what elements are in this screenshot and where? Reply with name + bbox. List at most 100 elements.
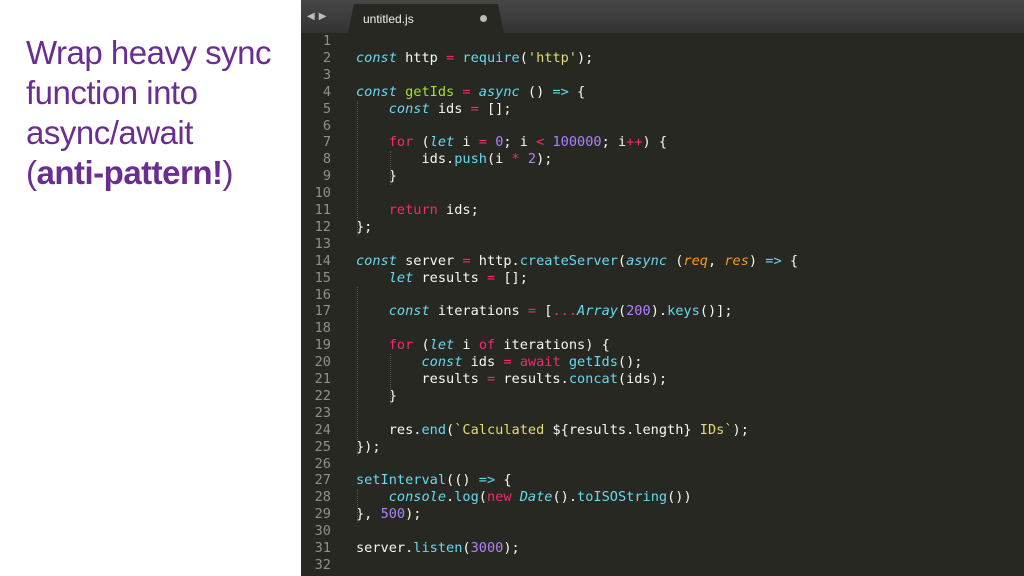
code-line[interactable]: 24 res.end(`Calculated ${results.length}… xyxy=(301,422,1024,439)
code-line[interactable]: 21 results = results.concat(ids); xyxy=(301,371,1024,388)
code-line[interactable]: 14 const server = http.createServer(async… xyxy=(301,253,1024,270)
code-token: ( xyxy=(413,134,430,151)
unsaved-dot-icon[interactable] xyxy=(480,15,487,22)
code-line[interactable]: 4 const getIds = async () => { xyxy=(301,84,1024,101)
code-token: `Calculated xyxy=(454,421,553,438)
code-token: }, xyxy=(356,506,381,523)
tab-title: untitled.js xyxy=(363,12,414,26)
title-open-paren: ( xyxy=(26,154,37,191)
code-token: = xyxy=(478,134,487,151)
code-line[interactable]: 29}, 500); xyxy=(301,506,1024,523)
code-line[interactable]: 2 const http = require('http'); xyxy=(301,50,1024,67)
code-line[interactable]: 31 server.listen(3000); xyxy=(301,540,1024,557)
code-token: ( xyxy=(617,252,627,269)
code-line[interactable]: 1 xyxy=(301,33,1024,50)
forward-arrow-icon[interactable]: ▶ xyxy=(319,11,327,22)
code-token: const xyxy=(356,83,397,100)
code-line[interactable]: 12}; xyxy=(301,219,1024,236)
code-text: let results = []; xyxy=(356,270,528,287)
code-token: (() xyxy=(446,472,479,489)
code-token: log xyxy=(454,489,479,506)
code-text: const getIds = async () => { xyxy=(356,84,585,101)
code-token: ); xyxy=(536,151,553,168)
code-line[interactable]: 22 } xyxy=(301,388,1024,405)
line-number: 11 xyxy=(314,202,331,218)
code-line[interactable]: 26 xyxy=(301,456,1024,473)
code-token: ()) xyxy=(667,489,692,506)
code-text: }, 500); xyxy=(356,506,422,523)
tab-untitled-js[interactable]: untitled.js xyxy=(348,4,504,33)
code-line[interactable]: 6 xyxy=(301,118,1024,135)
code-token: 200 xyxy=(626,303,651,320)
code-line[interactable]: 3 xyxy=(301,67,1024,84)
code-token: ( xyxy=(617,303,627,320)
code-line[interactable]: 8 ids.push(i * 2); xyxy=(301,151,1024,168)
line-number: 28 xyxy=(314,489,331,506)
code-token: req xyxy=(683,252,708,269)
code-token: i xyxy=(454,134,479,151)
code-token: results xyxy=(356,371,487,387)
code-token: . xyxy=(446,489,455,506)
code-line[interactable]: 20 const ids = await getIds(); xyxy=(301,354,1024,371)
code-token: getIds xyxy=(405,83,455,100)
code-text: ids.push(i * 2); xyxy=(356,151,552,168)
code-line[interactable]: 15 let results = []; xyxy=(301,270,1024,287)
code-line[interactable]: 10 xyxy=(301,185,1024,202)
code-token: new xyxy=(486,489,512,506)
code-token: let xyxy=(388,269,414,286)
line-number: 17 xyxy=(314,303,331,320)
code-area[interactable]: 1 2 const http = require('http'); 3 4 const g… xyxy=(301,33,1024,576)
code-token: = xyxy=(486,371,496,387)
code-line[interactable]: 23 xyxy=(301,405,1024,422)
code-token: ++ xyxy=(626,134,643,151)
line-number: 14 xyxy=(314,252,331,269)
code-token: setInterval xyxy=(356,472,447,489)
code-token: ; i xyxy=(601,134,627,151)
code-line[interactable]: 27 setInterval(() => { xyxy=(301,472,1024,489)
code-token: ; i xyxy=(503,134,537,151)
slide-title-line-3: async/await xyxy=(26,114,193,151)
code-line[interactable]: 18 xyxy=(301,320,1024,337)
back-arrow-icon[interactable]: ◀ xyxy=(307,11,315,22)
code-token: (); xyxy=(617,354,643,371)
code-token: await xyxy=(519,354,561,371)
code-token: iterations xyxy=(429,303,528,320)
code-line[interactable]: 25}); xyxy=(301,439,1024,456)
code-line[interactable]: 32 xyxy=(301,557,1024,574)
code-line[interactable]: 9 } xyxy=(301,168,1024,185)
code-line[interactable]: 5 const ids = []; xyxy=(301,101,1024,118)
code-line[interactable]: 30 xyxy=(301,523,1024,540)
code-token: server xyxy=(396,252,463,269)
code-text: const http = require('http'); xyxy=(356,50,593,67)
code-token: [ xyxy=(536,303,553,320)
code-token: = xyxy=(527,303,537,320)
line-number: 26 xyxy=(314,455,331,472)
code-token: ids; xyxy=(437,202,479,218)
code-token: 3000 xyxy=(470,540,504,556)
code-line[interactable]: 16 xyxy=(301,287,1024,304)
code-line[interactable]: 7 for (let i = 0; i < 100000; i++) { xyxy=(301,134,1024,151)
line-number: 24 xyxy=(314,421,331,438)
code-token: 500 xyxy=(380,506,406,523)
code-line[interactable]: 19 for (let i of iterations) { xyxy=(301,337,1024,354)
code-token: ids. xyxy=(356,151,455,168)
code-token: ) { xyxy=(642,134,668,151)
line-number: 3 xyxy=(322,66,331,83)
line-number: 32 xyxy=(314,556,331,573)
code-token: for xyxy=(388,134,414,151)
code-token: ( xyxy=(446,421,455,438)
line-number: 30 xyxy=(314,523,331,540)
code-token: http xyxy=(396,49,447,66)
code-token: iterations) { xyxy=(495,337,610,354)
code-line[interactable]: 28 console.log(new Date().toISOString()) xyxy=(301,489,1024,506)
code-token: ( xyxy=(478,489,487,506)
code-line[interactable]: 17 const iterations = [...Array(200).key… xyxy=(301,303,1024,320)
line-number: 15 xyxy=(314,269,331,286)
code-token: getIds xyxy=(568,354,618,371)
code-line[interactable]: 13 xyxy=(301,236,1024,253)
code-line[interactable]: 11 return ids; xyxy=(301,202,1024,219)
